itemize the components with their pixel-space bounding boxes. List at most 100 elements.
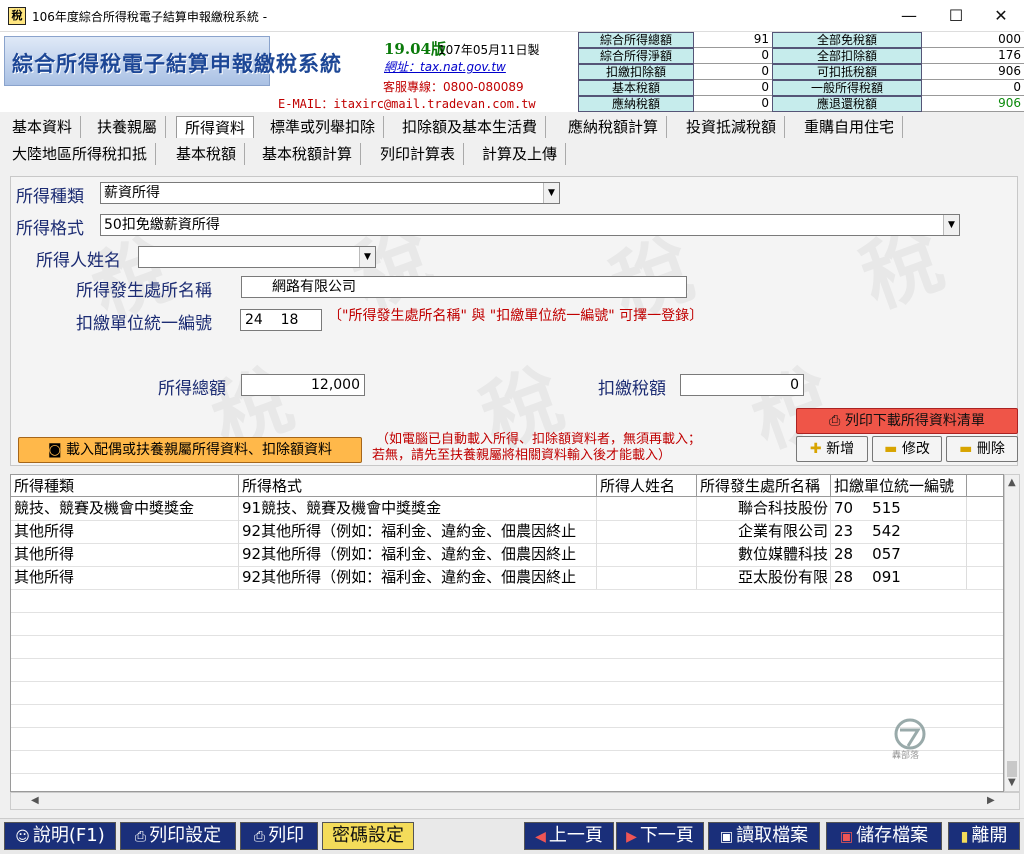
income-format-label: 所得格式 (16, 219, 84, 239)
delete-button[interactable]: ▬ 刪除 (946, 436, 1018, 462)
column-header-income-type[interactable]: 所得種類 (11, 475, 239, 497)
withholding-input[interactable]: 0 (680, 374, 804, 396)
add-button[interactable]: ✚ 新增 (796, 436, 868, 462)
scroll-up-icon[interactable]: ▲ (1008, 477, 1016, 488)
summary-label: 可扣抵稅額 (772, 64, 922, 80)
app-logo-text: 綜合所得稅電子結算申報繳稅系統 (12, 51, 342, 76)
table-cell[interactable]: 企業有限公司 (697, 520, 831, 543)
tab-deduction-living-cost[interactable]: 扣除額及基本生活費 (394, 116, 547, 138)
tab-basic-tax-calc[interactable]: 基本稅額計算 (254, 143, 362, 165)
table-cell[interactable]: 其他所得 (11, 566, 239, 589)
next-page-button[interactable]: ▶ 下一頁 (616, 822, 704, 850)
load-dependents-data-button[interactable]: ◙ 載入配偶或扶養親屬所得資料、扣除額資料 (18, 437, 362, 463)
table-cell[interactable] (597, 497, 697, 520)
version-date: 107年05月11日製 (438, 43, 540, 57)
payer-id-input[interactable]: 24 18 (240, 309, 322, 331)
table-cell[interactable]: 其他所得 (11, 543, 239, 566)
printer-icon: ⎙ (253, 829, 266, 845)
column-header-payer-name[interactable]: 所得發生處所名稱 (697, 475, 831, 497)
table-cell[interactable]: 28 091 (831, 566, 967, 589)
table-cell[interactable]: 92其他所得（例如：福利金、違約金、佃農因終止 (239, 566, 597, 589)
print-settings-button[interactable]: ⎙ 列印設定 (120, 822, 236, 850)
tab-mainland-tax-credit[interactable]: 大陸地區所得稅扣抵 (4, 143, 157, 165)
table-cell[interactable] (597, 520, 697, 543)
table-cell[interactable] (597, 566, 697, 589)
table-cell[interactable]: 競技、競賽及機會中獎獎金 (11, 497, 239, 520)
table-cell[interactable]: 92其他所得（例如：福利金、違約金、佃農因終止 (239, 543, 597, 566)
income-format-select[interactable]: 50扣免繳薪資所得 ▼ (100, 214, 960, 236)
column-header-income-format[interactable]: 所得格式 (239, 475, 597, 497)
tab-investment-credit[interactable]: 投資抵減稅額 (678, 116, 786, 138)
row-divider (11, 658, 1003, 659)
table-cell[interactable]: 91競技、競賽及機會中獎獎金 (239, 497, 597, 520)
exit-button[interactable]: ▮ 離開 (948, 822, 1020, 850)
chevron-down-icon[interactable]: ▼ (543, 183, 559, 203)
tab-calc-upload[interactable]: 計算及上傳 (474, 143, 567, 165)
tab-income-data[interactable]: 所得資料 (176, 116, 255, 138)
website-link[interactable]: 網址：tax.nat.gov.tw (384, 58, 506, 75)
edit-button[interactable]: ▬ 修改 (872, 436, 942, 462)
tab-tax-payable[interactable]: 應納稅額計算 (560, 116, 668, 138)
tab-basic-tax[interactable]: 基本稅額 (168, 143, 246, 165)
version-label: 19.04版 (384, 40, 446, 58)
scroll-left-icon[interactable]: ◀ (31, 795, 39, 806)
table-cell[interactable]: 聯合科技股份 (697, 497, 831, 520)
table-cell[interactable]: 28 057 (831, 543, 967, 566)
scroll-right-icon[interactable]: ▶ (987, 795, 995, 806)
password-settings-button[interactable]: 密碼設定 (322, 822, 414, 850)
row-divider (11, 750, 1003, 751)
tab-basic-info[interactable]: 基本資料 (4, 116, 82, 138)
vertical-scrollbar[interactable]: ▲ ▼ (1004, 474, 1020, 792)
payer-id-label: 扣繳單位統一編號 (76, 314, 212, 334)
earner-name-select[interactable]: ▼ (138, 246, 376, 268)
summary-label: 綜合所得總額 (578, 32, 694, 48)
minus-icon: ▬ (959, 441, 977, 457)
total-income-input[interactable]: 12,000 (241, 374, 365, 396)
minimize-button[interactable]: — (886, 0, 932, 32)
table-cell[interactable]: 92其他所得（例如：福利金、違約金、佃農因終止 (239, 520, 597, 543)
table-cell[interactable]: 亞太股份有限 (697, 566, 831, 589)
summary-value: 0 (694, 96, 772, 112)
row-divider (11, 681, 1003, 682)
tab-deductions[interactable]: 標準或列舉扣除 (262, 116, 385, 138)
tab-home-repurchase[interactable]: 重購自用住宅 (796, 116, 904, 138)
column-header-earner-name[interactable]: 所得人姓名 (597, 475, 697, 497)
column-header-payer-id[interactable]: 扣繳單位統一編號 (831, 475, 967, 497)
payer-name-input[interactable]: 網路有限公司 (241, 276, 687, 298)
hotline-text: 客服專線：0800-080089 (383, 80, 524, 94)
email-text: E-MAIL：itaxirc@mail.tradevan.com.tw (278, 97, 536, 111)
row-divider (11, 589, 1003, 590)
summary-label: 全部扣除額 (772, 48, 922, 64)
print-income-list-button[interactable]: ⎙ 列印下載所得資料清單 (796, 408, 1018, 434)
help-button[interactable]: ☺ 說明(F1) (4, 822, 116, 850)
tab-print-calc[interactable]: 列印計算表 (372, 143, 465, 165)
chevron-down-icon[interactable]: ▼ (359, 247, 375, 267)
print-button[interactable]: ⎙ 列印 (240, 822, 318, 850)
close-button[interactable]: ✕ (978, 0, 1024, 32)
income-type-select[interactable]: 薪資所得 ▼ (100, 182, 560, 204)
help-icon: ☺ (15, 829, 30, 845)
earner-name-label: 所得人姓名 (36, 251, 121, 271)
save-file-button[interactable]: ▣ 儲存檔案 (826, 822, 942, 850)
payer-field-note: 〔"所得發生處所名稱" 與 "扣繳單位統一編號" 可擇一登錄〕 (328, 308, 704, 324)
horizontal-scrollbar[interactable]: ◀ ▶ (10, 792, 1020, 810)
chevron-down-icon[interactable]: ▼ (943, 215, 959, 235)
load-file-button[interactable]: ▣ 讀取檔案 (708, 822, 820, 850)
load-note-line2: 若無，請先至扶養親屬將相關資料輸入後才能載入） (372, 448, 672, 463)
summary-value: 176 (922, 48, 1024, 64)
tab-dependents[interactable]: 扶養親屬 (89, 116, 167, 138)
table-cell[interactable]: 23 542 (831, 520, 967, 543)
summary-value: 91 (694, 32, 772, 48)
previous-page-button[interactable]: ◀ 上一頁 (524, 822, 614, 850)
maximize-button[interactable]: ☐ (933, 0, 979, 32)
table-cell[interactable]: 其他所得 (11, 520, 239, 543)
table-cell[interactable]: 70 515 (831, 497, 967, 520)
summary-label: 扣繳扣除額 (578, 64, 694, 80)
scroll-down-icon[interactable]: ▼ (1008, 777, 1016, 788)
scroll-thumb[interactable] (1007, 761, 1017, 777)
brand-logo-text: 轟部落 (892, 751, 920, 761)
table-cell[interactable]: 數位媒體科技 (697, 543, 831, 566)
table-cell[interactable] (597, 543, 697, 566)
income-type-label: 所得種類 (16, 187, 84, 207)
summary-value: 0 (922, 80, 1024, 96)
